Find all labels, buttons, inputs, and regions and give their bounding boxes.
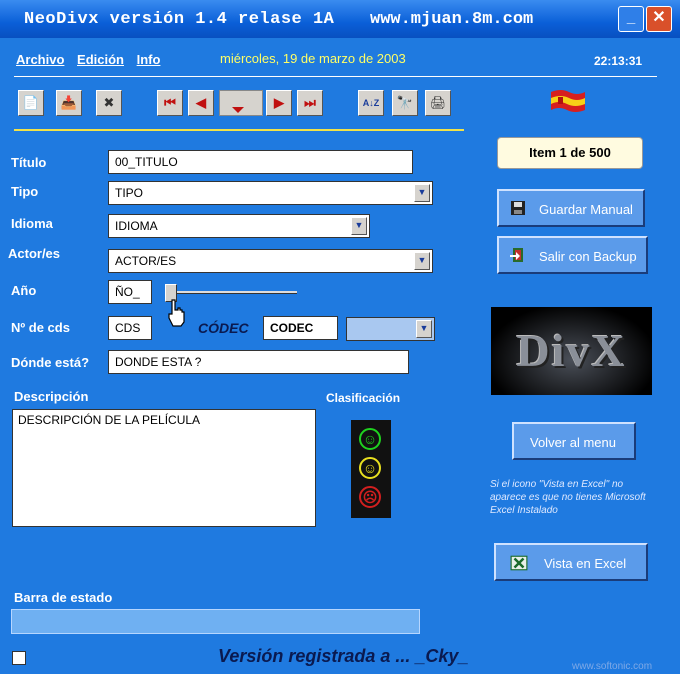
codec-label: CÓDEC xyxy=(198,320,249,336)
actor-label: Actor/es xyxy=(8,246,61,261)
tipo-select[interactable]: TIPO ▼ xyxy=(108,181,433,205)
actor-select[interactable]: ACTOR/ES ▼ xyxy=(108,249,433,273)
chevron-down-icon[interactable]: ▼ xyxy=(414,184,430,202)
spain-flag-icon[interactable] xyxy=(549,88,587,114)
watermark: www.softonic.com xyxy=(572,661,653,672)
cds-input[interactable]: CDS xyxy=(108,316,152,340)
menu-archivo[interactable]: Archivo xyxy=(16,52,64,67)
record-scroller[interactable] xyxy=(219,90,263,116)
exit-door-icon xyxy=(509,247,527,265)
neutral-face-icon[interactable]: ☺ xyxy=(359,457,381,479)
vista-excel-button[interactable]: Vista en Excel xyxy=(494,543,648,581)
volver-menu-button[interactable]: Volver al menu xyxy=(512,422,636,460)
new-record-icon[interactable]: 📄 xyxy=(18,90,44,116)
app-window: NeoDivx versión 1.4 relase 1A www.mjuan.… xyxy=(0,0,680,674)
anio-slider-track[interactable] xyxy=(165,291,297,294)
donde-input[interactable]: DONDE ESTA ? xyxy=(108,350,409,374)
sort-icon[interactable]: A↓Z xyxy=(358,90,384,116)
floppy-disk-icon xyxy=(509,200,527,218)
next-record-icon[interactable]: ▶ xyxy=(266,90,292,116)
codec-input[interactable]: CODEC xyxy=(263,316,338,340)
codec-select[interactable]: ▼ xyxy=(346,317,435,341)
donde-label: Dónde está? xyxy=(11,355,90,370)
clasificacion-panel: ☺ ☺ ☹ xyxy=(351,420,391,518)
cds-label: Nº de cds xyxy=(11,320,70,335)
estado-label: Barra de estado xyxy=(14,590,113,605)
toolbar-separator xyxy=(14,129,464,131)
anio-input[interactable]: ÑO_ xyxy=(108,280,152,304)
close-button[interactable]: ✕ xyxy=(646,6,672,32)
sad-face-icon[interactable]: ☹ xyxy=(359,486,381,508)
window-title: NeoDivx versión 1.4 relase 1A xyxy=(24,10,335,29)
menu-edicion[interactable]: Edición xyxy=(77,52,124,67)
status-bar xyxy=(11,609,420,634)
current-date: miércoles, 19 de marzo de 2003 xyxy=(220,51,406,66)
window-url: www.mjuan.8m.com xyxy=(370,10,534,29)
salir-backup-button[interactable]: Salir con Backup xyxy=(497,236,648,274)
anio-label: Año xyxy=(11,283,37,298)
import-icon[interactable]: 📥 xyxy=(56,90,82,116)
prev-record-icon[interactable]: ◀ xyxy=(188,90,214,116)
tipo-value: TIPO xyxy=(115,186,144,200)
menu-info[interactable]: Info xyxy=(137,52,161,67)
idioma-value: IDIOMA xyxy=(115,219,158,233)
clasificacion-label: Clasificación xyxy=(326,391,401,405)
idioma-select[interactable]: IDIOMA ▼ xyxy=(108,214,370,238)
minimize-button[interactable]: _ xyxy=(618,6,644,32)
last-record-icon[interactable]: ⏭ xyxy=(297,90,323,116)
descripcion-textarea[interactable]: DESCRIPCIÓN DE LA PELÍCULA xyxy=(12,409,316,527)
guardar-manual-label: Guardar Manual xyxy=(539,202,633,217)
salir-backup-label: Salir con Backup xyxy=(539,249,637,264)
actor-value: ACTOR/ES xyxy=(115,254,177,268)
hand-cursor-icon xyxy=(168,299,185,327)
chevron-down-icon[interactable]: ▼ xyxy=(414,252,430,270)
tipo-label: Tipo xyxy=(11,184,39,199)
delete-record-icon[interactable]: ✖ xyxy=(96,90,122,116)
titulo-label: Título xyxy=(11,155,47,170)
excel-icon xyxy=(510,554,528,572)
item-counter: Item 1 de 500 xyxy=(497,137,643,169)
guardar-manual-button[interactable]: Guardar Manual xyxy=(497,189,645,227)
titulo-input[interactable]: 00_TITULO xyxy=(108,150,413,174)
title-bar: NeoDivx versión 1.4 relase 1A www.mjuan.… xyxy=(0,0,680,38)
chevron-down-icon[interactable]: ▼ xyxy=(351,217,367,235)
divx-logo: DivX xyxy=(491,307,652,395)
chevron-down-icon[interactable]: ▼ xyxy=(416,320,432,338)
volver-menu-label: Volver al menu xyxy=(530,435,616,450)
menu-divider xyxy=(14,76,657,77)
find-icon[interactable]: 🔭 xyxy=(392,90,418,116)
footer-checkbox[interactable] xyxy=(12,651,26,665)
vista-excel-label: Vista en Excel xyxy=(544,556,627,571)
idioma-label: Idioma xyxy=(11,216,53,231)
current-time: 22:13:31 xyxy=(594,54,643,68)
print-icon[interactable]: 🖨 xyxy=(425,90,451,116)
excel-note: Si el icono "Vista en Excel" no aparece … xyxy=(490,479,646,516)
registered-text: Versión registrada a ... _Cky_ xyxy=(218,646,469,666)
descripcion-label: Descripción xyxy=(14,389,89,404)
first-record-icon[interactable]: ⏮ xyxy=(157,90,183,116)
happy-face-icon[interactable]: ☺ xyxy=(359,428,381,450)
menu-bar: Archivo Edición Info xyxy=(16,52,169,67)
scroller-down-icon xyxy=(232,107,244,113)
